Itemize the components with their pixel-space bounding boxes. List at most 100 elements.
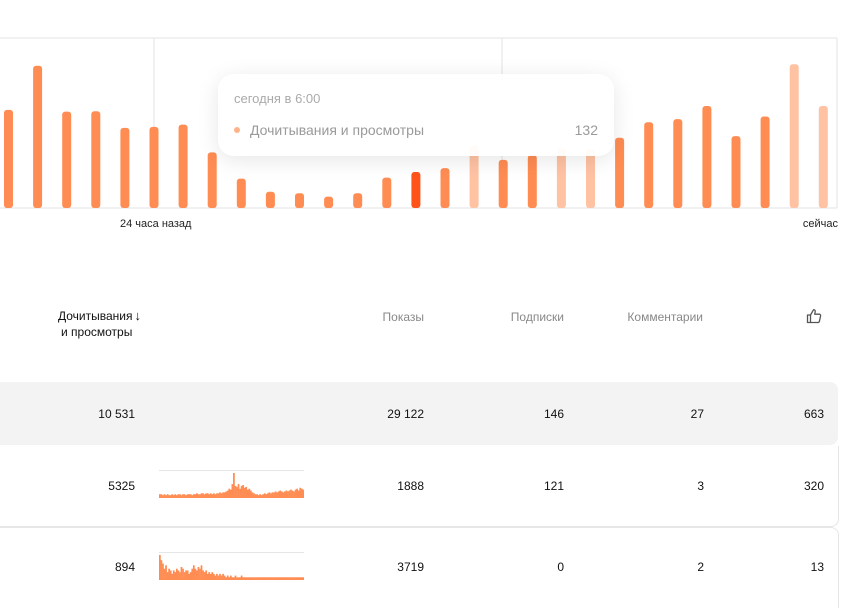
sparkline-bar	[240, 575, 243, 579]
chart-bar[interactable]	[120, 127, 130, 208]
sparkline-bar	[229, 489, 232, 497]
sparkline-bar	[239, 488, 241, 497]
sparkline-bar	[183, 494, 186, 497]
likes-header[interactable]	[806, 308, 822, 327]
chart-bar[interactable]	[324, 196, 334, 208]
sparkline-bar	[174, 572, 177, 579]
sparkline-bar	[220, 575, 223, 579]
sparkline-bar	[282, 577, 285, 579]
sparkline-bar	[222, 573, 224, 579]
chart-bar[interactable]	[149, 126, 159, 208]
sparkline-bar	[280, 491, 283, 497]
chart-bar[interactable]	[586, 149, 595, 208]
sparkline-bar	[237, 577, 240, 579]
chart-bar[interactable]	[353, 193, 363, 208]
chart-bar[interactable]	[236, 178, 246, 208]
sparkline-bar	[256, 577, 258, 579]
tooltip-time: сегодня в 6:00	[234, 91, 321, 106]
sort-reads-header[interactable]: Дочитывания ↓ и просмотры	[58, 308, 158, 340]
sparkline-bar	[302, 577, 304, 579]
chart-bar[interactable]	[818, 106, 828, 208]
comments-header[interactable]: Комментарии	[627, 310, 703, 324]
sparkline-bar	[228, 577, 231, 579]
sparkline-bar	[188, 494, 191, 497]
chart-bar[interactable]	[615, 137, 625, 208]
sparkline-bar	[300, 577, 303, 579]
sparkline-bar	[200, 493, 203, 497]
table-row[interactable]: 5325 1888 121 3 320	[0, 446, 839, 527]
shows-header[interactable]: Показы	[383, 310, 424, 324]
sparkline-bar	[266, 493, 269, 497]
sparkline-bar	[174, 494, 177, 497]
chart-bar[interactable]	[702, 106, 712, 208]
chart-bar[interactable]	[673, 119, 683, 208]
reads-header-line2: и просмотры	[61, 325, 133, 339]
chart-bar[interactable]	[440, 168, 450, 208]
sparkline-bar	[285, 577, 288, 579]
sparkline-bar	[242, 577, 245, 579]
sparkline-bar	[270, 493, 272, 497]
sparkline-bar	[196, 570, 198, 579]
sparkline-bar	[231, 484, 234, 497]
sparkline-bar	[253, 577, 255, 579]
chart-bar[interactable]	[382, 177, 392, 208]
chart-bar[interactable]	[91, 111, 101, 208]
sparkline-bar	[228, 488, 231, 497]
sparkline-bar	[180, 567, 183, 579]
chart-bar[interactable]	[527, 155, 537, 208]
chart-bar[interactable]	[178, 124, 188, 208]
sparkline-bar	[259, 494, 262, 497]
chart-bar[interactable]	[62, 111, 72, 208]
chart-bar[interactable]	[33, 65, 43, 208]
chart-tooltip: сегодня в 6:00 Дочитывания и просмотры 1…	[218, 74, 614, 156]
chart-bar[interactable]	[498, 159, 508, 208]
sparkline-bar	[280, 577, 283, 579]
sparkline-bar	[250, 490, 252, 497]
sparkline-bar	[245, 577, 248, 579]
sparkline-bar	[223, 575, 226, 579]
sparkline-bar	[299, 487, 302, 497]
chart-bar[interactable]	[207, 152, 217, 208]
sparkline-bar	[212, 493, 215, 497]
chart-bar[interactable]	[760, 116, 770, 209]
sparkline-bar	[180, 495, 183, 497]
sparkline-bar	[259, 577, 262, 579]
chart-bar[interactable]	[731, 136, 741, 208]
sparkline-bar	[212, 573, 215, 579]
sparkline-bar	[285, 490, 288, 497]
sparkline-bar	[214, 575, 217, 579]
chart-bar[interactable]	[295, 193, 304, 208]
sparkline-bar	[219, 492, 221, 497]
sparkline-bar	[290, 577, 292, 579]
series-dot-icon	[234, 127, 240, 133]
sparkline-bar	[290, 489, 292, 497]
sparkline-bar	[202, 570, 204, 579]
chart-bar[interactable]	[644, 122, 654, 208]
sparkline-bar	[199, 568, 201, 579]
sparkline-bar	[179, 572, 181, 579]
subscriptions-header[interactable]: Подписки	[511, 310, 564, 324]
sparkline-bar	[233, 577, 235, 579]
chart-bar[interactable]	[265, 191, 275, 208]
x-axis-end-label: сейчас	[802, 218, 838, 230]
tooltip-series-name: Дочитывания и просмотры	[250, 122, 425, 138]
sparkline-bar	[162, 495, 164, 497]
sparkline-bar	[297, 490, 300, 497]
chart-bar[interactable]	[789, 64, 799, 208]
sparkline-bar	[203, 572, 206, 579]
sparkline-bar	[279, 490, 282, 497]
chart-bar[interactable]	[411, 172, 421, 208]
table-row[interactable]: 894 3719 0 2 13	[0, 527, 839, 608]
chart-bar[interactable]	[556, 148, 566, 209]
sparkline-bar	[251, 577, 254, 579]
row-shows: 1888	[397, 479, 424, 493]
chart-bar[interactable]	[4, 109, 13, 208]
sparkline-bar	[231, 577, 234, 579]
sparkline-bar	[203, 494, 206, 497]
sparkline-bar	[191, 568, 194, 579]
sparkline-bar	[171, 573, 174, 579]
sparkline-bar	[237, 484, 240, 497]
sparkline-bar	[273, 577, 275, 579]
sparkline-bar	[250, 577, 252, 579]
sparkline-bar	[208, 494, 211, 497]
